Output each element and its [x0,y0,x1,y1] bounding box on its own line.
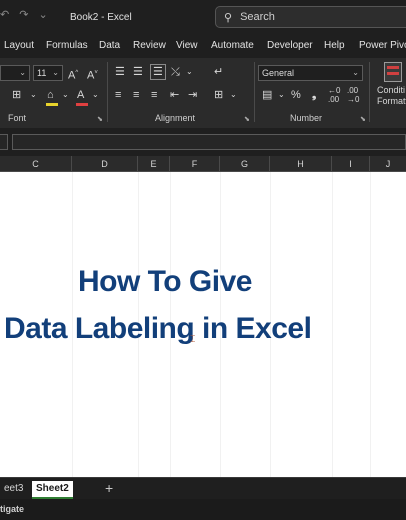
formula-input[interactable] [12,134,406,150]
ribbon: ⌄ 11 ⌄ A^ A˅ ⊞ ⌄ ⌂ ⌄ A ⌄ Font ⬊ ☰ ☰ ☰ ⤯ ⌄… [0,58,406,128]
group-divider [107,62,108,122]
font-color-swatch [76,103,88,106]
alignment-group-label: Alignment [155,113,196,123]
number-format-value: General [262,68,295,78]
font-color-icon[interactable]: A [77,88,84,102]
search-icon: ⚲ [224,11,233,24]
mouse-cursor-icon: ⌶ [190,334,196,344]
wrap-text-icon[interactable]: ↵ [214,65,223,79]
column-header-d[interactable]: D [72,156,138,172]
column-header-h[interactable]: H [270,156,332,172]
accounting-format-icon[interactable]: ▤ [262,88,272,102]
column-headers: C D E F G H I J [0,156,406,172]
decrease-decimal-icon[interactable]: .00 →0 [347,86,359,104]
font-size-value: 11 [37,68,47,78]
font-name-dropdown[interactable]: ⌄ [0,65,30,81]
search-box[interactable]: ⚲ Search [215,6,406,28]
column-header-j[interactable]: J [370,156,406,172]
quick-access-toolbar: ↶ ↷ ⌄ [0,8,48,21]
window-title: Book2 - Excel [70,12,132,23]
decrease-indent-icon[interactable]: ⇤ [170,88,179,102]
sheet-tab-sheet3[interactable]: eet3 [0,481,27,499]
font-size-dropdown[interactable]: 11 ⌄ [33,65,63,81]
chevron-down-icon[interactable]: ⌄ [92,88,99,102]
number-group-label: Number [290,113,323,123]
tab-developer[interactable]: Developer [267,40,313,51]
alignment-dialog-launcher-icon[interactable]: ⬊ [244,115,250,123]
orientation-icon[interactable]: ⤯ [171,65,180,79]
merge-center-icon[interactable]: ⊞ [214,88,223,102]
increase-decimal-icon[interactable]: ←0.00 [328,86,340,104]
worksheet-grid[interactable]: How To Give Data Labeling in Excel ⌶ [0,172,406,477]
number-format-dropdown[interactable]: General ⌄ [258,65,363,81]
font-dialog-launcher-icon[interactable]: ⬊ [97,115,103,123]
name-box-dropdown[interactable] [0,134,8,150]
fill-color-swatch [46,103,58,106]
fill-color-icon[interactable]: ⌂ [47,88,54,102]
chevron-down-icon: ⌄ [19,68,26,77]
align-bottom-icon[interactable]: ☰ [150,64,166,80]
align-right-icon[interactable]: ≡ [151,88,157,102]
add-sheet-button[interactable]: + [105,480,113,496]
tab-help[interactable]: Help [324,40,345,51]
ribbon-tabs: Layout Formulas Data Review View Automat… [0,36,406,56]
customize-icon[interactable]: ⌄ [38,8,47,21]
tab-review[interactable]: Review [133,40,166,51]
align-left-icon[interactable]: ≡ [115,88,121,102]
column-header-e[interactable]: E [138,156,170,172]
percent-style-icon[interactable]: % [291,88,301,102]
status-bar: tigate [0,499,406,520]
sheet-tab-sheet2[interactable]: Sheet2 [32,481,73,499]
tab-automate[interactable]: Automate [211,40,254,51]
increase-indent-icon[interactable]: ⇥ [188,88,197,102]
formula-bar [0,128,406,156]
group-divider [254,62,255,122]
title-line-2: Data Labeling in Excel [4,312,312,345]
chevron-down-icon: ⌄ [352,68,359,77]
chevron-down-icon[interactable]: ⌄ [186,65,193,79]
column-header-i[interactable]: I [332,156,370,172]
align-center-icon[interactable]: ≡ [133,88,139,102]
tab-data[interactable]: Data [99,40,120,51]
conditional-formatting-label-2: Formatti [377,96,406,106]
align-top-icon[interactable]: ☰ [115,65,125,79]
column-header-c[interactable]: C [0,156,72,172]
chevron-down-icon[interactable]: ⌄ [278,88,285,102]
column-header-g[interactable]: G [220,156,270,172]
number-dialog-launcher-icon[interactable]: ⬊ [360,115,366,123]
tab-view[interactable]: View [176,40,198,51]
redo-icon[interactable]: ↷ [19,8,28,21]
tab-formulas[interactable]: Formulas [46,40,88,51]
sheet-tab-bar: eet3 Sheet2 + [0,477,406,499]
conditional-formatting-label-1: Conditi [377,85,406,95]
decrease-font-icon[interactable]: A˅ [87,66,98,83]
align-middle-icon[interactable]: ☰ [133,65,143,79]
increase-font-icon[interactable]: A^ [68,66,78,83]
chevron-down-icon: ⌄ [52,68,59,77]
undo-icon[interactable]: ↶ [0,8,9,21]
column-header-f[interactable]: F [170,156,220,172]
conditional-formatting-icon[interactable] [384,62,402,82]
title-bar: ↶ ↷ ⌄ Book2 - Excel ⚲ Search [0,0,406,36]
title-line-1: How To Give [78,265,252,298]
conditional-formatting-button[interactable]: Conditi Formatti [377,85,406,107]
borders-icon[interactable]: ⊞ [12,88,21,102]
chevron-down-icon[interactable]: ⌄ [30,88,37,102]
tab-layout[interactable]: Layout [4,40,34,51]
tab-power-pivot[interactable]: Power Pivot [359,40,406,51]
chevron-down-icon[interactable]: ⌄ [230,88,237,102]
chevron-down-icon[interactable]: ⌄ [62,88,69,102]
status-text: tigate [0,504,25,514]
group-divider [369,62,370,122]
comma-style-icon[interactable]: ❟ [312,88,316,102]
search-placeholder: Search [240,11,275,23]
font-group-label: Font [8,113,27,123]
